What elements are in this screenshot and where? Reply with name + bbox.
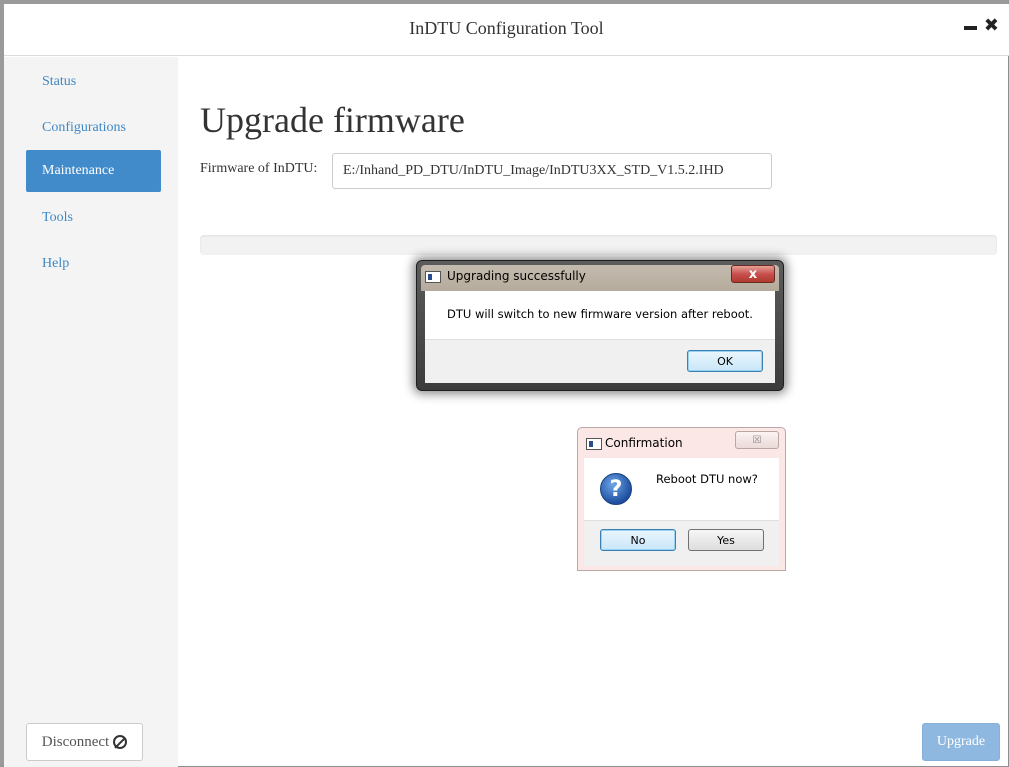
upgrade-progress-bar — [200, 235, 997, 255]
upgrade-success-dialog: Upgrading successfully x DTU will switch… — [416, 260, 784, 391]
main-content: Upgrade firmware Firmware of InDTU: Upgr… — [178, 57, 1009, 767]
dialog-close-button[interactable]: ☒ — [735, 431, 779, 449]
firmware-label: Firmware of InDTU: — [200, 161, 318, 176]
dialog-footer: No Yes — [584, 520, 779, 566]
app-window: InDTU Configuration Tool ✖ Status Config… — [0, 0, 1009, 767]
upgrade-button[interactable]: Upgrade — [922, 723, 1000, 761]
dialog-body: DTU will switch to new firmware version … — [425, 291, 775, 339]
yes-button[interactable]: Yes — [688, 529, 764, 551]
dialog-title: Upgrading successfully — [447, 269, 586, 283]
sidebar: Status Configurations Maintenance Tools … — [4, 57, 178, 767]
dialog-title: Confirmation — [605, 436, 683, 450]
no-button[interactable]: No — [600, 529, 676, 551]
dialog-message: Reboot DTU now? — [656, 472, 758, 486]
ban-icon — [113, 735, 128, 749]
disconnect-button[interactable]: Disconnect — [26, 723, 143, 761]
window-icon — [586, 438, 602, 450]
ok-button[interactable]: OK — [687, 350, 763, 372]
sidebar-item-status[interactable]: Status — [26, 61, 161, 103]
dialog-close-button[interactable]: x — [731, 265, 775, 283]
title-bar: InDTU Configuration Tool ✖ — [4, 4, 1009, 56]
window-icon — [425, 271, 441, 283]
confirmation-dialog: Confirmation ☒ ? Reboot DTU now? No Yes — [577, 427, 786, 571]
dialog-body: ? Reboot DTU now? — [584, 458, 779, 520]
window-controls: ✖ — [963, 16, 999, 36]
sidebar-item-help[interactable]: Help — [26, 243, 161, 285]
page-title: Upgrade firmware — [200, 100, 465, 140]
disconnect-label: Disconnect — [41, 733, 110, 750]
minimize-icon[interactable] — [963, 16, 978, 36]
dialog-message: DTU will switch to new firmware version … — [447, 307, 753, 321]
sidebar-item-maintenance[interactable]: Maintenance — [26, 150, 161, 192]
firmware-path-input[interactable] — [332, 153, 772, 189]
dialog-footer: OK — [425, 339, 775, 383]
question-icon: ? — [600, 473, 632, 505]
sidebar-item-configurations[interactable]: Configurations — [26, 107, 161, 149]
close-icon[interactable]: ✖ — [984, 16, 999, 36]
sidebar-item-tools[interactable]: Tools — [26, 197, 161, 239]
window-title: InDTU Configuration Tool — [409, 18, 604, 38]
